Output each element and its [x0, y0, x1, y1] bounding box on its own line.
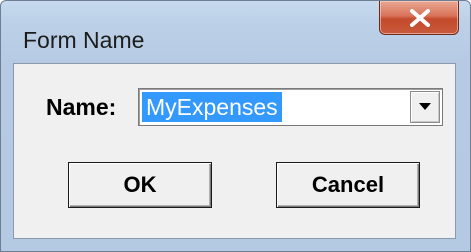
dropdown-button[interactable] [410, 91, 440, 123]
title-bar[interactable]: Form Name [1, 1, 470, 63]
name-combobox-value[interactable]: MyExpenses [142, 92, 282, 122]
dialog-window: Form Name Name: MyExpenses OK Cancel [0, 0, 471, 252]
window-title: Form Name [23, 27, 145, 53]
dialog-body: Name: MyExpenses OK Cancel [13, 63, 456, 239]
name-combobox[interactable]: MyExpenses [138, 88, 443, 126]
chevron-down-icon [419, 103, 431, 110]
close-x-icon [410, 9, 430, 27]
close-button[interactable] [379, 1, 459, 35]
name-label: Name: [46, 94, 117, 120]
ok-button[interactable]: OK [68, 162, 212, 208]
cancel-button[interactable]: Cancel [276, 162, 420, 208]
